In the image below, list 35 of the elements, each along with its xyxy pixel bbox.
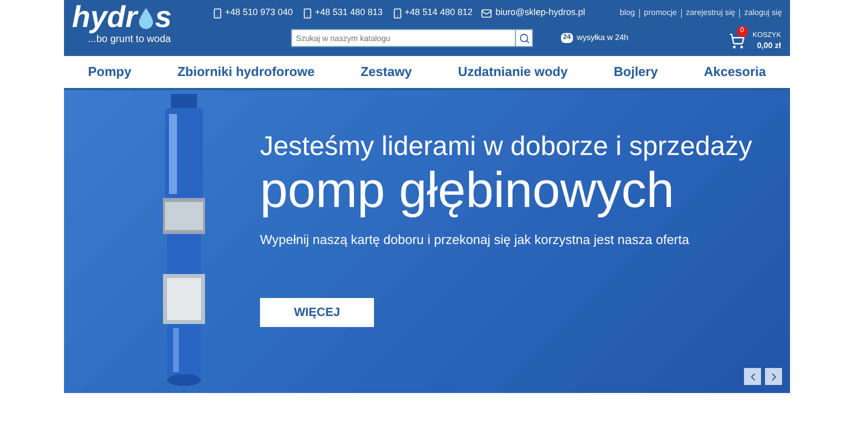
mail-icon (481, 8, 492, 18)
more-button[interactable]: WIĘCEJ (260, 298, 374, 326)
logo-text: hydr (72, 2, 138, 34)
header-link[interactable]: blog (620, 7, 635, 19)
search-icon (518, 32, 530, 44)
phone-icon (302, 8, 313, 18)
logo[interactable]: hydr s ...bo grunt to woda (72, 0, 212, 54)
water-drop-icon (138, 7, 154, 29)
cart-total: 0,00 zł (756, 41, 781, 51)
search-field[interactable]: Szukaj w naszym katalogu (291, 29, 516, 47)
nav-item[interactable]: Uzdatnianie wody (458, 62, 568, 82)
nav-item[interactable]: Zbiorniki hydroforowe (177, 62, 315, 82)
logo-text: s (155, 2, 172, 34)
previous-slide-button[interactable] (744, 368, 761, 385)
logo-tagline: ...bo grunt to woda (87, 34, 172, 46)
nav-item[interactable]: Bojlery (614, 62, 658, 82)
phone-icon (392, 8, 403, 18)
phone-number[interactable]: +48 514 480 812 (404, 6, 472, 20)
nav-item[interactable]: Akcesoria (704, 62, 766, 82)
email-link[interactable]: biuro@sklep-hydros.pl (495, 6, 586, 20)
phone-icon (212, 8, 223, 18)
cart-icon (728, 33, 745, 49)
nav-item[interactable]: Zestawy (360, 62, 412, 82)
nav-item[interactable]: Pompy (88, 62, 132, 82)
header-link[interactable]: promocje (644, 7, 677, 19)
phone-number[interactable]: +48 531 480 813 (314, 6, 383, 20)
search-button[interactable] (516, 29, 533, 47)
header-link[interactable]: zarejestruj się (686, 7, 736, 19)
header-link[interactable]: zaloguj się (744, 7, 782, 19)
banner-title: pomp głębinowych (260, 162, 676, 218)
banner-text: Wypełnij naszą kartę doboru i przekonaj się jak korzystna jest nasza oferta (260, 231, 690, 249)
banner-subtitle: Jesteśmy liderami w doborze i sprzedaży (260, 130, 752, 162)
next-slide-button[interactable] (765, 368, 782, 385)
shipping-info: wysyłka w 24h (576, 32, 628, 44)
phone-number[interactable]: +48 510 973 040 (225, 6, 293, 20)
